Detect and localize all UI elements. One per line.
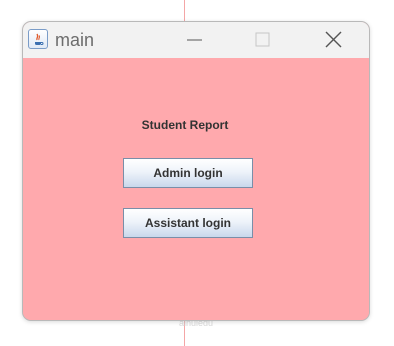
assistant-login-button[interactable]: Assistant login	[123, 208, 253, 238]
window-title: main	[55, 30, 95, 50]
java-icon	[28, 29, 48, 49]
close-icon	[325, 31, 342, 48]
main-window: main Student Report Admin login Assistan…	[22, 21, 370, 321]
admin-login-button[interactable]: Admin login	[123, 158, 253, 188]
maximize-icon	[255, 32, 270, 47]
minimize-button[interactable]	[171, 22, 217, 58]
content-panel: Student Report Admin login Assistant log…	[23, 58, 369, 320]
title-bar[interactable]: main	[23, 22, 369, 58]
background-watermark: aihuiedu	[178, 318, 214, 328]
close-button[interactable]	[310, 22, 356, 58]
maximize-button[interactable]	[239, 22, 285, 58]
minimize-icon	[187, 39, 202, 41]
desktop-background: aihuiedu main Student Report Admin login…	[0, 0, 394, 346]
page-title: Student Report	[141, 118, 229, 132]
